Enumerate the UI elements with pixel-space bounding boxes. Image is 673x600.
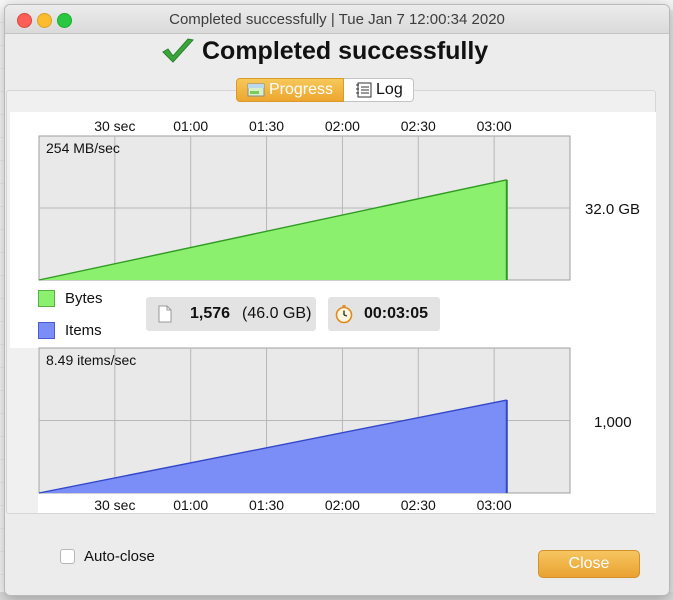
stopwatch-icon (335, 305, 353, 324)
items-x-tick-label: 01:30 (249, 497, 284, 513)
bytes-x-tick-label: 02:30 (401, 118, 436, 134)
bytes-x-tick-label: 02:00 (325, 118, 360, 134)
auto-close-checkbox[interactable] (60, 549, 75, 564)
auto-close-option[interactable]: Auto-close (60, 548, 155, 565)
close-button[interactable]: Close (538, 550, 640, 578)
bytes-rate-label: 254 MB/sec (46, 140, 120, 156)
file-count: 1,576 (190, 305, 231, 322)
items-x-tick-label: 01:00 (173, 497, 208, 513)
auto-close-label: Auto-close (84, 548, 155, 565)
total-size: (46.0 GB) (242, 305, 312, 322)
items-chart: 30 sec 01:00 01:30 02:00 02:30 03:00 8.49 item… (38, 347, 632, 513)
file-count-box: 1,576 (46.0 GB) (146, 297, 316, 331)
legend-bytes-label: Bytes (65, 290, 103, 307)
items-x-tick-label: 02:00 (325, 497, 360, 513)
bytes-side-value: 32.0 GB (585, 201, 640, 218)
items-swatch (38, 322, 55, 339)
items-x-tick-label: 02:30 (401, 497, 436, 513)
items-x-tick-label: 30 sec (94, 497, 135, 513)
legend-bytes: Bytes (38, 290, 103, 307)
bytes-swatch (38, 290, 55, 307)
items-x-tick-label: 03:00 (477, 497, 512, 513)
bytes-x-tick-label: 01:30 (249, 118, 284, 134)
bytes-chart: 30 sec 01:00 01:30 02:00 02:30 03:00 254 MB/se… (38, 118, 640, 281)
bytes-x-tick-label: 30 sec (94, 118, 135, 134)
items-side-value: 1,000 (594, 414, 632, 431)
legend-items-label: Items (65, 322, 102, 339)
legend-items: Items (38, 322, 102, 339)
elapsed-time: 00:03:05 (364, 305, 429, 322)
document-icon (158, 305, 172, 323)
elapsed-time-box: 00:03:05 (328, 297, 440, 331)
bytes-x-tick-label: 01:00 (173, 118, 208, 134)
bytes-x-tick-label: 03:00 (477, 118, 512, 134)
items-rate-label: 8.49 items/sec (46, 352, 136, 368)
